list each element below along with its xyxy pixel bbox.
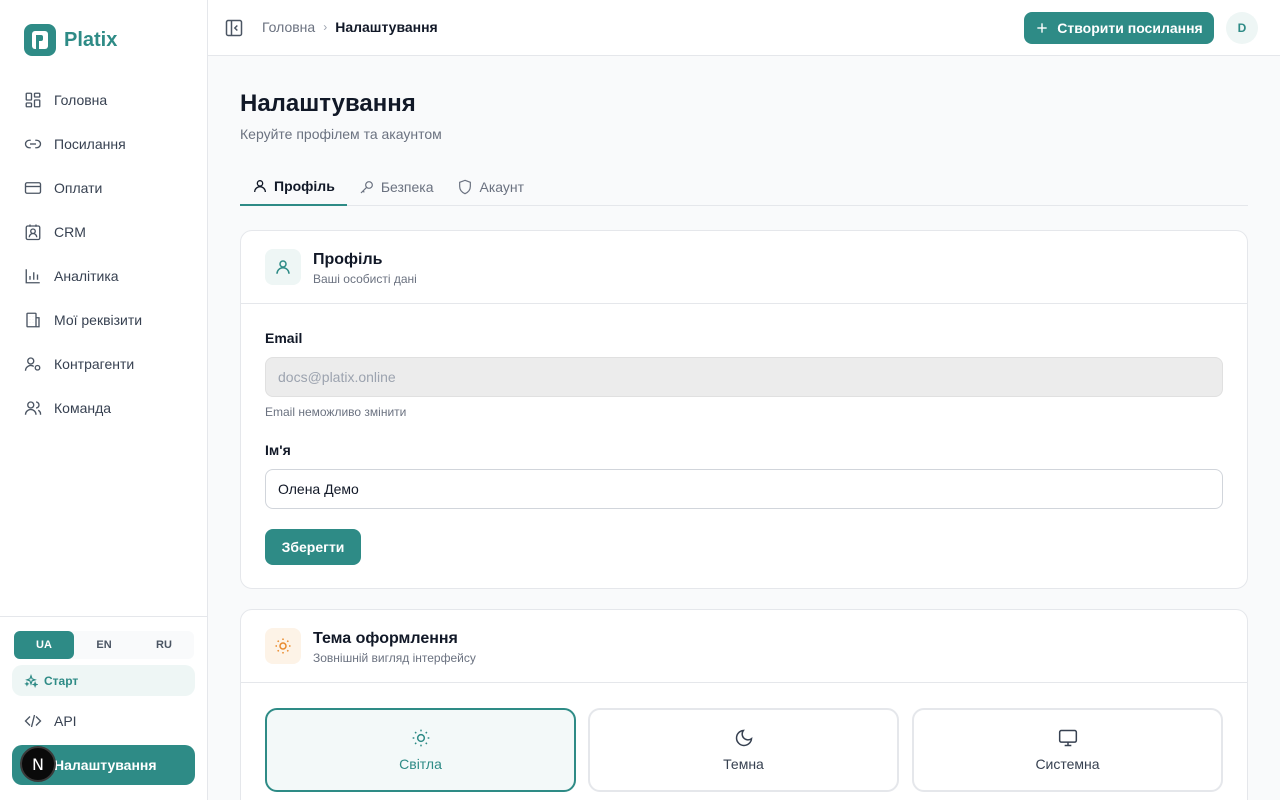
sidebar-item-label: Мої реквізити (54, 312, 143, 328)
plus-icon (1037, 23, 1047, 33)
sparkles-icon (24, 673, 38, 688)
sidebar-nav: Головна Посилання Оплати CRM Аналітика М… (12, 78, 196, 430)
theme-option-label: Темна (723, 756, 764, 772)
profile-card-header: Профіль Ваші особисті дані (241, 231, 1247, 304)
breadcrumb: Головна › Налаштування (262, 19, 438, 35)
next-dev-badge[interactable]: N (20, 746, 56, 782)
start-button[interactable]: Старт (12, 665, 195, 696)
email-label: Email (265, 330, 303, 346)
theme-option-system[interactable]: Системна (912, 708, 1223, 792)
sidebar-item-counterparties[interactable]: Контрагенти (12, 342, 196, 386)
moon-icon (735, 729, 752, 747)
email-field (265, 357, 1223, 397)
profile-card: Профіль Ваші особисті дані Email Email н… (240, 230, 1248, 589)
name-field[interactable] (265, 469, 1223, 509)
theme-card-description: Зовнішній вигляд інтерфейсу (313, 651, 476, 665)
building-icon (26, 312, 40, 328)
language-option-en[interactable]: EN (74, 631, 134, 659)
language-option-ua[interactable]: UA (14, 631, 74, 659)
sidebar-item-label: Команда (54, 400, 112, 416)
sidebar-item-requisites[interactable]: Мої реквізити (12, 298, 196, 342)
user-icon (254, 180, 266, 193)
brand-name: Platix (64, 28, 118, 51)
tab-label: Безпека (380, 179, 434, 195)
theme-card: Тема оформлення Зовнішній вигляд інтерфе… (240, 609, 1248, 800)
theme-option-label: Світла (399, 756, 442, 772)
tab-account[interactable]: Акаунт (445, 168, 536, 206)
tab-label: Акаунт (479, 179, 525, 195)
sidebar-item-label: CRM (54, 224, 86, 240)
theme-option-label: Системна (1035, 756, 1100, 772)
sidebar-item-label: Оплати (54, 180, 103, 196)
breadcrumb-home[interactable]: Головна (262, 19, 315, 35)
sun-icon (265, 628, 301, 664)
page-subtitle: Керуйте профілем та акаунтом (240, 126, 442, 142)
page-title: Налаштування (240, 90, 416, 117)
avatar[interactable]: D (1226, 12, 1258, 44)
sidebar-item-analytics[interactable]: Аналітика (12, 254, 196, 298)
sidebar-item-crm[interactable]: CRM (12, 210, 196, 254)
sidebar-item-team[interactable]: Команда (12, 386, 196, 430)
user-cog-icon (24, 357, 41, 371)
sun-icon (412, 729, 429, 747)
theme-card-title: Тема оформлення (313, 630, 458, 647)
create-link-button[interactable]: Створити посилання (1024, 12, 1214, 44)
start-label: Старт (44, 673, 79, 688)
theme-card-header: Тема оформлення Зовнішній вигляд інтерфе… (241, 610, 1247, 683)
save-button[interactable]: Зберегти (265, 529, 361, 565)
language-switcher: UA EN RU (14, 631, 194, 659)
sidebar-item-payments[interactable]: Оплати (12, 166, 196, 210)
bar-chart-icon (25, 269, 40, 284)
shield-icon (459, 179, 472, 195)
email-hint: Email неможливо змінити (265, 405, 407, 419)
tab-profile[interactable]: Профіль (240, 168, 347, 206)
topbar: Головна › Налаштування Створити посиланн… (208, 0, 1280, 56)
sidebar-item-label: Контрагенти (54, 356, 135, 372)
profile-card-description: Ваші особисті дані (313, 272, 417, 286)
sidebar-item-label: Посилання (54, 136, 126, 152)
dashboard-icon (25, 92, 41, 108)
users-icon (24, 401, 42, 415)
profile-card-title: Профіль (313, 251, 383, 268)
user-icon (265, 249, 301, 285)
sidebar-item-links[interactable]: Посилання (12, 122, 196, 166)
chevron-right-icon: › (323, 20, 328, 34)
settings-tabs: Профіль Безпека Акаунт (240, 168, 1248, 206)
key-icon (360, 181, 373, 194)
sidebar-item-label: API (54, 713, 77, 729)
breadcrumb-current: Налаштування (335, 19, 438, 35)
link-icon (24, 139, 42, 149)
sidebar-item-home[interactable]: Головна (12, 78, 196, 122)
theme-option-light[interactable]: Світла (265, 708, 576, 792)
sidebar-item-label: Аналітика (54, 268, 119, 284)
sidebar-toggle-icon[interactable] (224, 18, 244, 38)
sidebar-item-label: Головна (54, 92, 108, 108)
contact-icon (25, 224, 41, 241)
sidebar: Platix Головна Посилання Оплати CRM Анал… (0, 0, 208, 800)
sidebar-item-label: Налаштування (54, 757, 157, 773)
code-icon (24, 714, 42, 728)
create-link-label: Створити посилання (1057, 20, 1203, 36)
name-label: Ім'я (265, 442, 291, 458)
monitor-icon (1058, 729, 1077, 747)
credit-card-icon (24, 182, 42, 194)
brand[interactable]: Platix (24, 24, 117, 56)
brand-logo-icon (24, 24, 56, 56)
sidebar-item-api[interactable]: API (12, 705, 196, 737)
language-option-ru[interactable]: RU (134, 631, 194, 659)
tab-label: Профіль (274, 178, 335, 194)
theme-option-dark[interactable]: Темна (588, 708, 899, 792)
tab-security[interactable]: Безпека (347, 168, 446, 206)
